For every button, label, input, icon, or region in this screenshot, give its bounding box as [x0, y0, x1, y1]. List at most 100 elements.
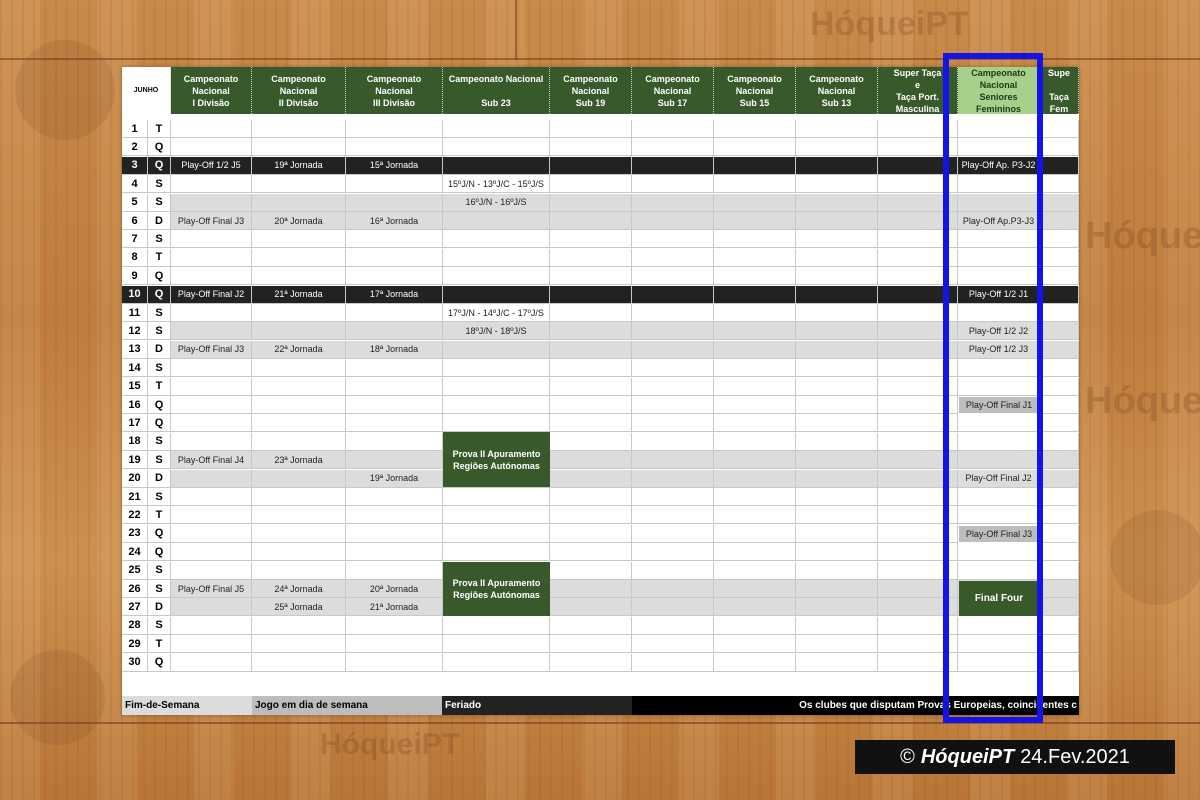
calendar-cell — [1040, 285, 1079, 304]
header-row: JUNHO Campeonato Nacional I Divisão Campe… — [122, 67, 1079, 114]
calendar-row: 6 D Play-Off Final J3 20ª Jornada 16ª Jornad… — [122, 212, 1079, 230]
calendar-cell — [796, 488, 878, 506]
calendar-cell: Play-Off Final J3 — [171, 340, 252, 359]
credit-brand: HóqueiPT — [920, 745, 1015, 768]
calendar-cell — [714, 414, 796, 433]
calendar-cell — [1040, 414, 1079, 433]
calendar-cell — [632, 340, 714, 359]
calendar-cell — [346, 488, 443, 506]
calendar-cell — [443, 212, 550, 230]
calendar-row: 4 S 15ºJ/N - 13ºJ/C - 15ºJ/S — [122, 175, 1079, 194]
calendar-cell — [714, 359, 796, 378]
weekday-letter: S — [148, 304, 171, 322]
calendar-cell — [550, 616, 632, 635]
day-number: 21 — [122, 488, 148, 506]
calendar-cell — [171, 138, 252, 157]
day-number: 14 — [122, 359, 148, 378]
calendar-cell — [714, 230, 796, 249]
calendar-cell — [632, 359, 714, 378]
column-header: Campeonato Nacional Sub 15 — [714, 67, 796, 114]
calendar-cell — [443, 340, 550, 359]
calendar-cell — [796, 414, 878, 433]
calendar-cell — [632, 304, 714, 322]
calendar-row: 10 Q Play-Off Final J2 21ª Jornada 17ª Jorna… — [122, 285, 1079, 304]
calendar-cell — [1040, 506, 1079, 525]
column-header: Campeonato Nacional Sub 17 — [632, 67, 714, 114]
weekday-letter: S — [148, 451, 171, 470]
weekday-letter: T — [148, 506, 171, 525]
calendar-cell: 20ª Jornada — [346, 580, 443, 598]
calendar-cell — [714, 212, 796, 230]
calendar-row: 26 S Play-Off Final J5 24ª Jornada 20ª Jorna… — [122, 580, 1079, 598]
calendar-cell — [796, 340, 878, 359]
calendar-cell — [632, 193, 714, 212]
day-number: 17 — [122, 414, 148, 433]
calendar-cell — [252, 377, 346, 396]
calendar-cell — [632, 156, 714, 175]
calendar-cell — [346, 561, 443, 580]
calendar-cell — [714, 451, 796, 470]
calendar-cell — [346, 506, 443, 525]
calendar-cell — [252, 543, 346, 562]
calendar-cell — [796, 175, 878, 194]
day-number: 23 — [122, 524, 148, 543]
calendar-cell — [796, 506, 878, 525]
day-number: 13 — [122, 340, 148, 359]
calendar-cell — [632, 506, 714, 525]
calendar-row: 27 D 25ª Jornada 21ª Jornada — [122, 598, 1079, 617]
weekday-letter: Q — [148, 138, 171, 157]
calendar-cell — [1040, 340, 1079, 359]
calendar-cell — [632, 561, 714, 580]
calendar-cell — [1040, 156, 1079, 175]
weekday-letter: S — [148, 322, 171, 341]
calendar-cell — [1040, 635, 1079, 654]
calendar-cell: 19ª Jornada — [346, 469, 443, 488]
weekday-letter: Q — [148, 156, 171, 175]
calendar-cell — [252, 175, 346, 194]
calendar-row: 22 T — [122, 506, 1079, 525]
day-number: 24 — [122, 543, 148, 562]
credit-badge: © HóqueiPT 24.Fev.2021 — [855, 740, 1175, 774]
calendar-cell — [346, 322, 443, 341]
calendar-cell — [632, 248, 714, 267]
weekday-letter: T — [148, 635, 171, 654]
weekday-letter: T — [148, 120, 171, 138]
calendar-cell — [443, 138, 550, 157]
calendar-cell — [796, 635, 878, 654]
calendar-cell — [346, 248, 443, 267]
calendar-cell — [443, 524, 550, 543]
calendar-cell — [632, 635, 714, 654]
calendar-cell: Play-Off Final J2 — [171, 285, 252, 304]
calendar-cell — [443, 359, 550, 378]
calendar-cell — [796, 267, 878, 286]
calendar-cell — [252, 506, 346, 525]
calendar-cell — [632, 451, 714, 470]
calendar-cell — [714, 120, 796, 138]
calendar-row: 14 S — [122, 359, 1079, 378]
calendar-row: 3 Q Play-Off 1/2 J5 19ª Jornada 15ª Jornada P… — [122, 156, 1079, 175]
calendar-cell — [796, 304, 878, 322]
month-header: JUNHO — [122, 67, 171, 114]
calendar-cell — [346, 635, 443, 654]
calendar-cell — [714, 561, 796, 580]
calendar-cell — [550, 653, 632, 672]
calendar-cell — [550, 377, 632, 396]
day-number: 15 — [122, 377, 148, 396]
calendar-cell — [346, 377, 443, 396]
day-number: 30 — [122, 653, 148, 672]
calendar-cell: Play-Off Final J4 — [171, 451, 252, 470]
calendar-cell — [443, 653, 550, 672]
calendar-row: 16 Q Play-Off Final J1 — [122, 396, 1079, 414]
calendar-row: 8T — [122, 248, 1079, 267]
weekday-letter: Q — [148, 267, 171, 286]
calendar-cell — [796, 432, 878, 451]
calendar-cell — [632, 598, 714, 617]
calendar-cell — [632, 432, 714, 451]
calendar-cell — [714, 488, 796, 506]
calendar-cell — [714, 193, 796, 212]
calendar-cell — [252, 469, 346, 488]
calendar-cell — [632, 488, 714, 506]
calendar-cell — [632, 653, 714, 672]
calendar-cell — [632, 267, 714, 286]
calendar-cell: 25ª Jornada — [252, 598, 346, 617]
